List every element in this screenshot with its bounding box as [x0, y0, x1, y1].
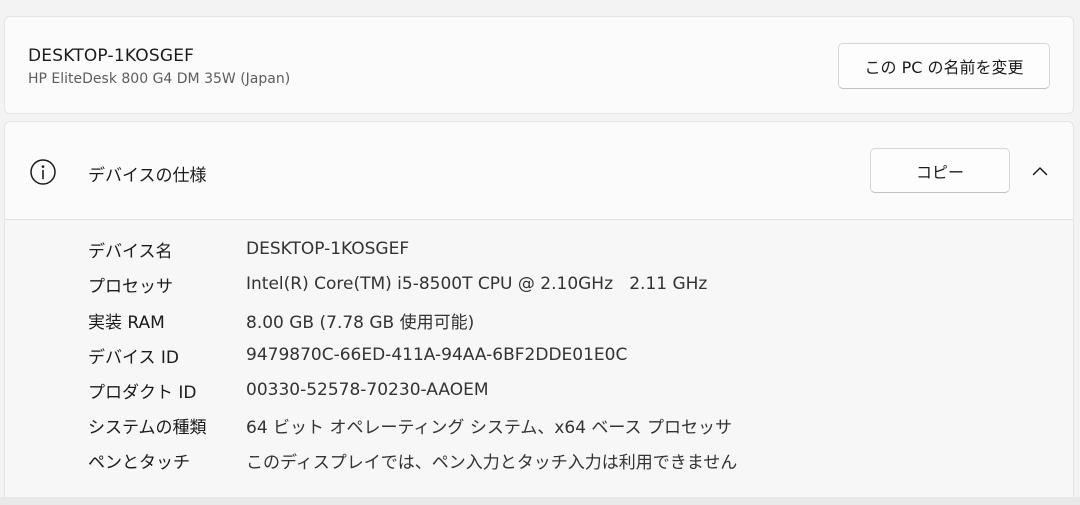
spec-label: デバイス名 — [88, 241, 173, 262]
device-specs-body: デバイス名 DESKTOP-1KOSGEF プロセッサ Intel(R) Cor… — [5, 220, 1073, 498]
spec-row-system-type: システムの種類 64 ビット オペレーティング システム、x64 ベース プロセ… — [88, 410, 732, 440]
spec-value: Intel(R) Core(TM) i5-8500T CPU @ 2.10GHz… — [246, 274, 708, 294]
spec-value: DESKTOP-1KOSGEF — [246, 239, 410, 259]
spec-row-device-name: デバイス名 DESKTOP-1KOSGEF — [88, 234, 409, 264]
spec-value: このディスプレイでは、ペン入力とタッチ入力は利用できません — [246, 452, 738, 473]
device-specs-card: デバイスの仕様 コピー デバイス名 DESKTOP-1KOSGEF プロセッサ … — [4, 121, 1074, 501]
device-specs-header[interactable]: デバイスの仕様 コピー — [5, 122, 1073, 220]
spec-label: デバイス ID — [88, 347, 179, 368]
info-circle-icon — [30, 159, 56, 185]
chevron-up-icon[interactable] — [1027, 158, 1053, 184]
spec-label: ペンとタッチ — [88, 452, 190, 473]
spec-value: 00330-52578-70230-AAOEM — [246, 380, 489, 400]
pc-name: DESKTOP-1KOSGEF — [28, 46, 195, 66]
spec-row-pen-touch: ペンとタッチ このディスプレイでは、ペン入力とタッチ入力は利用できません — [88, 445, 737, 475]
rename-pc-button[interactable]: この PC の名前を変更 — [838, 43, 1050, 89]
spec-value: 64 ビット オペレーティング システム、x64 ベース プロセッサ — [246, 417, 732, 438]
spec-row-product-id: プロダクト ID 00330-52578-70230-AAOEM — [88, 375, 489, 405]
spec-label: システムの種類 — [88, 417, 207, 438]
copy-button[interactable]: コピー — [870, 148, 1010, 193]
spec-label: 実装 RAM — [88, 312, 165, 333]
pc-model: HP EliteDesk 800 G4 DM 35W (Japan) — [28, 71, 291, 87]
spec-value: 8.00 GB (7.78 GB 使用可能) — [246, 312, 475, 333]
pc-name-card: DESKTOP-1KOSGEF HP EliteDesk 800 G4 DM 3… — [4, 16, 1074, 114]
spec-value: 9479870C-66ED-411A-94AA-6BF2DDE01E0C — [246, 345, 628, 365]
spec-label: プロセッサ — [88, 276, 173, 297]
device-specs-title: デバイスの仕様 — [88, 166, 207, 186]
spec-row-processor: プロセッサ Intel(R) Core(TM) i5-8500T CPU @ 2… — [88, 269, 707, 299]
next-section-edge — [0, 497, 1080, 505]
spec-row-device-id: デバイス ID 9479870C-66ED-411A-94AA-6BF2DDE0… — [88, 340, 627, 370]
spec-label: プロダクト ID — [88, 382, 197, 403]
spec-row-ram: 実装 RAM 8.00 GB (7.78 GB 使用可能) — [88, 305, 474, 335]
